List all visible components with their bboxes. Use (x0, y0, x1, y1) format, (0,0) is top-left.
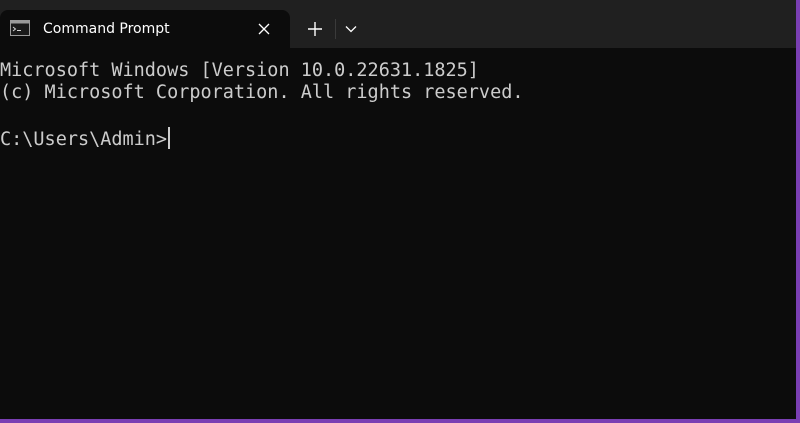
terminal-output[interactable]: Microsoft Windows [Version 10.0.22631.18… (0, 48, 796, 419)
tab-command-prompt[interactable]: Command Prompt (0, 10, 290, 48)
terminal-window: Command Prompt Microsoft Windows [Versio… (0, 0, 800, 423)
titlebar: Command Prompt (0, 0, 796, 48)
close-icon[interactable] (254, 19, 274, 39)
titlebar-divider (335, 19, 336, 39)
prompt-path: C:\Users\Admin> (0, 129, 168, 150)
terminal-line-copyright: (c) Microsoft Corporation. All rights re… (0, 82, 524, 103)
command-prompt-line[interactable]: C:\Users\Admin> (0, 127, 171, 152)
cmd-icon (10, 20, 30, 36)
text-cursor (168, 127, 171, 149)
plus-icon[interactable] (301, 17, 329, 41)
terminal-line-version: Microsoft Windows [Version 10.0.22631.18… (0, 60, 479, 81)
chevron-down-icon[interactable] (338, 17, 364, 41)
tab-title: Command Prompt (43, 21, 170, 37)
